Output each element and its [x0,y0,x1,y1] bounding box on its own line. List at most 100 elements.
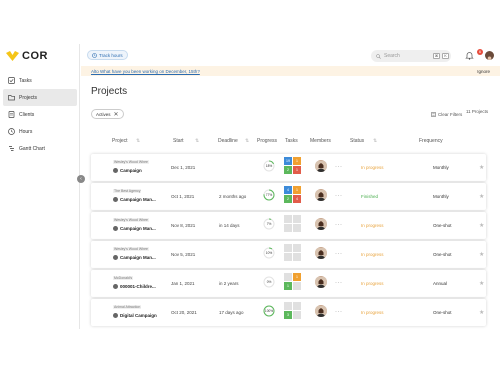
star-icon[interactable]: ★ [479,222,484,229]
task-count-box: 2 [284,195,292,203]
member-avatar[interactable] [315,189,327,201]
sort-icon[interactable]: ⇅ [136,138,140,144]
header-status[interactable]: Status [350,138,364,144]
sidebar-item-projects[interactable]: Projects [3,89,77,106]
sidebar-item-label: Clients [19,111,35,118]
user-avatar[interactable] [485,51,494,60]
start-date: Oct 1, 2021 [171,194,195,199]
tasks-summary[interactable] [284,215,301,235]
star-icon[interactable]: ★ [479,193,484,200]
member-avatar[interactable] [315,305,327,317]
search-placeholder: Search [384,53,400,59]
member-avatar[interactable] [315,247,327,259]
project-icon [113,168,118,173]
task-count-box [293,244,301,252]
task-count-box: 2 [284,166,292,174]
progress-label: 10% [266,251,273,255]
more-members-icon[interactable]: ··· [335,222,343,228]
more-members-icon[interactable]: ··· [335,251,343,257]
member-avatar[interactable] [315,218,327,230]
header-progress[interactable]: Progress [257,138,277,144]
table-row[interactable]: McDonald's 000001-Childre... Jan 1, 2021 in… [91,270,486,297]
sidebar-nav: Tasks Projects Clients Hours Gantt Chart [0,72,80,157]
star-icon[interactable]: ★ [479,251,484,258]
shortcut-key-k: K [442,53,449,59]
clear-filters-label: Clear Filters [438,112,463,117]
clock-icon [7,128,15,136]
task-count-box [284,224,292,232]
close-icon[interactable]: ✕ [114,111,119,118]
search-input[interactable]: Search ⌘ K [371,50,451,62]
sidebar-item-hours[interactable]: Hours [0,123,80,140]
task-count-box [293,253,301,261]
frequency: One-shot [433,223,452,228]
client-name: Wesley's Wood Whee [113,247,149,251]
task-count-box: 1 [284,282,292,290]
table-row[interactable]: Wesley's Wood Whee Campaign Man... Nov 5, … [91,241,486,268]
tasks-summary[interactable]: 4124 [284,186,301,206]
member-avatar[interactable] [315,160,327,172]
header-frequency[interactable]: Frequency [419,138,443,144]
header-start[interactable]: Start [173,138,184,144]
project-icon [113,197,118,202]
notice-link[interactable]: Alto What have you been working on Decem… [91,69,200,74]
more-members-icon[interactable]: ··· [335,164,343,170]
star-icon[interactable]: ★ [479,309,484,316]
sort-icon[interactable]: ⇅ [245,138,249,144]
more-members-icon[interactable]: ··· [335,280,343,286]
project-name[interactable]: Campaign Man... [113,255,156,260]
star-icon[interactable]: ★ [479,280,484,287]
table-row[interactable]: Animal Attraction Digital Campaign Oct 20,… [91,299,486,326]
sidebar-item-clients[interactable]: Clients [0,106,80,123]
clear-filters-button[interactable]: Clear Filters [431,112,462,117]
more-members-icon[interactable]: ··· [335,193,343,199]
star-icon[interactable]: ★ [479,164,484,171]
filter-chip-actives[interactable]: Actives ✕ [91,109,124,119]
sidebar-item-gantt[interactable]: Gantt Chart [0,140,80,157]
project-name-label: 000001-Childre... [120,284,156,289]
notification-badge: 6 [477,49,483,55]
tasks-summary[interactable] [284,244,301,264]
collapse-sidebar-button[interactable]: ‹ [77,175,85,183]
app-window: COR Tasks Projects Clients Hours Gantt C… [0,44,500,329]
filter-row: Actives ✕ Clear Filters 11 Projects [91,109,491,121]
task-count-box: 1 [293,166,301,174]
project-name-label: Campaign Man... [120,226,156,231]
track-hours-button[interactable]: Track hours [87,50,128,60]
progress-label: 77% [266,193,273,197]
frequency: Monthly [433,165,449,170]
project-name[interactable]: Campaign Man... [113,226,156,231]
clients-icon [7,111,15,119]
start-date: Jan 1, 2021 [171,281,195,286]
header-project[interactable]: Project [112,138,128,144]
logo-text: COR [22,50,48,62]
sort-icon[interactable]: ⇅ [195,138,199,144]
tasks-summary[interactable]: 19 1 2 1 [284,157,301,177]
header-tasks[interactable]: Tasks [285,138,298,144]
project-name[interactable]: 000001-Childre... [113,284,156,289]
table-row[interactable]: Wesley's Wood Whee Campaign Man... Nov 8, … [91,212,486,239]
table-row[interactable]: The Best Agency Campaign Man... Oct 1, 202… [91,183,486,210]
sidebar-item-tasks[interactable]: Tasks [0,72,80,89]
project-name[interactable]: Campaign Man... [113,197,156,202]
sort-icon[interactable]: ⇅ [373,138,377,144]
more-members-icon[interactable]: ··· [335,309,343,315]
tasks-summary[interactable]: 3 [284,302,301,322]
bell-icon[interactable] [465,51,474,60]
project-icon [113,255,118,260]
project-name[interactable]: Digital Campaign [113,313,157,318]
notice-banner: Alto What have you been working on Decem… [81,66,500,76]
header-deadline[interactable]: Deadline [218,138,238,144]
project-name-label: Digital Campaign [120,313,157,318]
ignore-button[interactable]: Ignore [477,69,490,74]
project-name[interactable]: Campaign [113,168,142,173]
member-avatar[interactable] [315,276,327,288]
progress-ring: 10% [263,247,275,259]
tasks-summary[interactable]: 11 [284,273,301,293]
frequency: Annual [433,281,448,286]
task-count-box: 19 [284,157,292,165]
table-row[interactable]: Wesley's Wood Whee Campaign Dec 1, 2021 18%… [91,154,486,181]
task-count-box [284,302,292,310]
status-label: In progress [361,310,384,315]
logo[interactable]: COR [6,50,48,62]
